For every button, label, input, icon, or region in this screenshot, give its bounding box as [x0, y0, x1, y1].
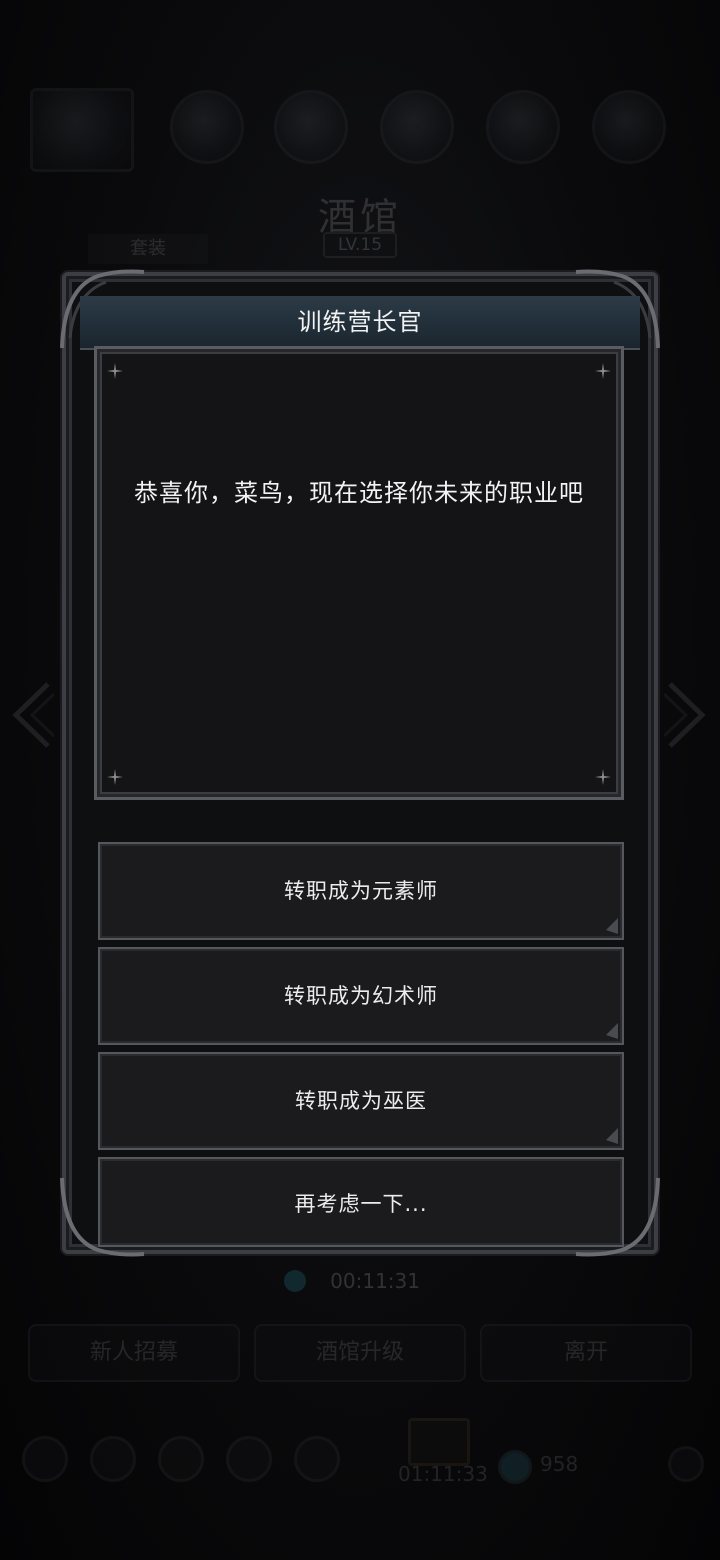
option-illusionist-button[interactable]: 转职成为幻术师 [98, 947, 624, 1045]
menu-icon-3[interactable] [158, 1436, 204, 1482]
corner-crack-icon [606, 1023, 618, 1039]
corner-crack-icon [606, 918, 618, 934]
dialog-message: 恭喜你，菜鸟，现在选择你未来的职业吧 [134, 479, 584, 507]
menu-icon-4[interactable] [226, 1436, 272, 1482]
arrow-left-icon[interactable] [10, 680, 54, 750]
class-icon-book[interactable] [380, 90, 454, 164]
diamond-count: 958 [540, 1452, 579, 1476]
class-icon-blade[interactable] [592, 90, 666, 164]
class-icon-sword[interactable] [274, 90, 348, 164]
class-icon-ice[interactable] [486, 90, 560, 164]
message-box: 恭喜你，菜鸟，现在选择你未来的职业吧 [94, 346, 624, 800]
add-icon[interactable] [668, 1446, 704, 1482]
chest-icon[interactable] [408, 1418, 470, 1466]
refresh-timer-text: 00:11:31 [330, 1269, 420, 1293]
dialog-title-bar: 训练营长官 [80, 296, 640, 350]
menu-icon-5[interactable] [294, 1436, 340, 1482]
refresh-timer: 00:11:31 [280, 1266, 440, 1296]
arrow-right-icon[interactable] [664, 680, 708, 750]
job-change-dialog: 训练营长官 恭喜你，菜鸟，现在选择你未来的职业吧 转职成为元素师 转职成为幻术师 [60, 269, 660, 1257]
leave-button[interactable]: 离开 [480, 1324, 692, 1382]
gem-icon [284, 1270, 306, 1292]
diamond-icon [498, 1450, 532, 1484]
corner-crack-icon [606, 1128, 618, 1144]
menu-icon-2[interactable] [90, 1436, 136, 1482]
option-reconsider-button[interactable]: 再考虑一下... [98, 1157, 624, 1247]
class-icon-fire[interactable] [170, 90, 244, 164]
option-label: 再考虑一下... [294, 1192, 428, 1216]
set-tag[interactable]: 套装 [88, 234, 208, 264]
game-screen: 酒馆 套装 LV.15 00:11:31 新人招募 酒馆升级 离开 01:11:… [0, 0, 720, 1560]
dialog-title: 训练营长官 [297, 308, 423, 336]
option-label: 转职成为幻术师 [284, 984, 438, 1008]
option-witch-doctor-button[interactable]: 转职成为巫医 [98, 1052, 624, 1150]
sparkle-icon [595, 363, 611, 379]
menu-icon-1[interactable] [22, 1436, 68, 1482]
option-elementalist-button[interactable]: 转职成为元素师 [98, 842, 624, 940]
sparkle-icon [107, 769, 123, 785]
option-label: 转职成为巫医 [295, 1089, 427, 1113]
option-label: 转职成为元素师 [284, 879, 438, 903]
upgrade-tavern-button[interactable]: 酒馆升级 [254, 1324, 466, 1382]
chest-timer: 01:11:33 [398, 1462, 488, 1486]
sparkle-icon [595, 769, 611, 785]
recruit-button[interactable]: 新人招募 [28, 1324, 240, 1382]
tavern-level: LV.15 [323, 232, 397, 258]
sparkle-icon [107, 363, 123, 379]
hero-portrait-icon[interactable] [30, 88, 134, 172]
